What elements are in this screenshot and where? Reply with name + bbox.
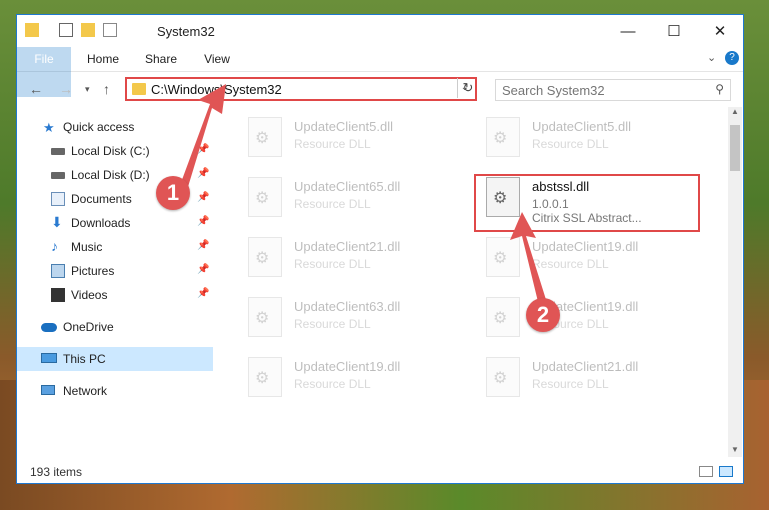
step-1-badge: 1 — [156, 176, 190, 210]
step-2-badge: 2 — [526, 298, 560, 332]
arrow-2 — [510, 212, 548, 310]
annotation-arrows — [176, 84, 548, 310]
